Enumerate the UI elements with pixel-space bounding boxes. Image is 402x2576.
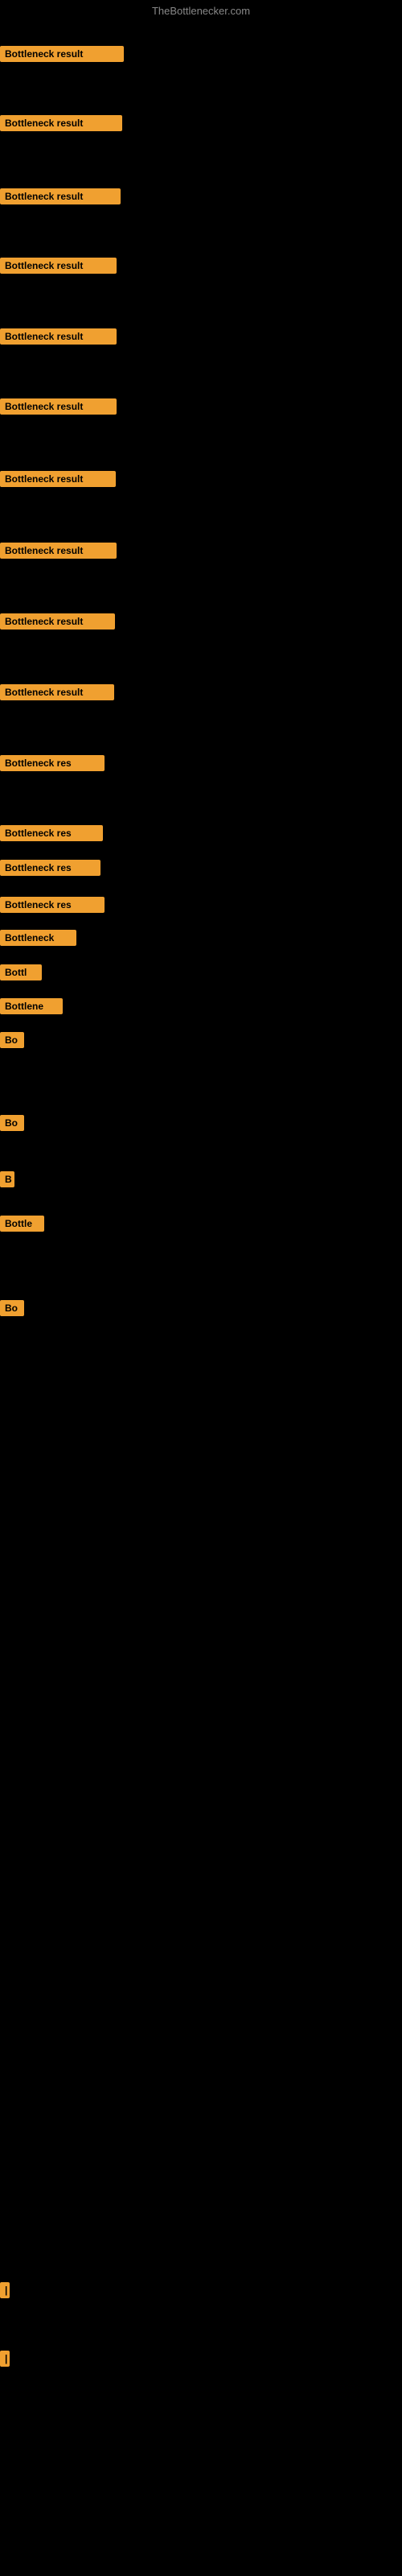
badge-20: B <box>0 1171 14 1187</box>
badge-14: Bottleneck res <box>0 897 105 913</box>
badge-10: Bottleneck result <box>0 684 114 700</box>
badge-7: Bottleneck result <box>0 471 116 487</box>
badge-11: Bottleneck res <box>0 755 105 771</box>
badge-21: Bottle <box>0 1216 44 1232</box>
site-title: TheBottlenecker.com <box>0 5 402 17</box>
badge-22: Bo <box>0 1300 24 1316</box>
badge-19: Bo <box>0 1115 24 1131</box>
badge-8: Bottleneck result <box>0 543 117 559</box>
badge-13: Bottleneck res <box>0 860 100 876</box>
badge-18: Bo <box>0 1032 24 1048</box>
badge-6: Bottleneck result <box>0 398 117 415</box>
badge-3: Bottleneck result <box>0 188 121 204</box>
badge-2: Bottleneck result <box>0 115 122 131</box>
badge-1: Bottleneck result <box>0 46 124 62</box>
badge-12: Bottleneck res <box>0 825 103 841</box>
badge-9: Bottleneck result <box>0 613 115 630</box>
badge-23: | <box>0 2282 10 2298</box>
badge-24: | <box>0 2351 10 2367</box>
badge-5: Bottleneck result <box>0 328 117 345</box>
badge-15: Bottleneck <box>0 930 76 946</box>
badge-4: Bottleneck result <box>0 258 117 274</box>
badge-16: Bottl <box>0 964 42 980</box>
badge-17: Bottlene <box>0 998 63 1014</box>
